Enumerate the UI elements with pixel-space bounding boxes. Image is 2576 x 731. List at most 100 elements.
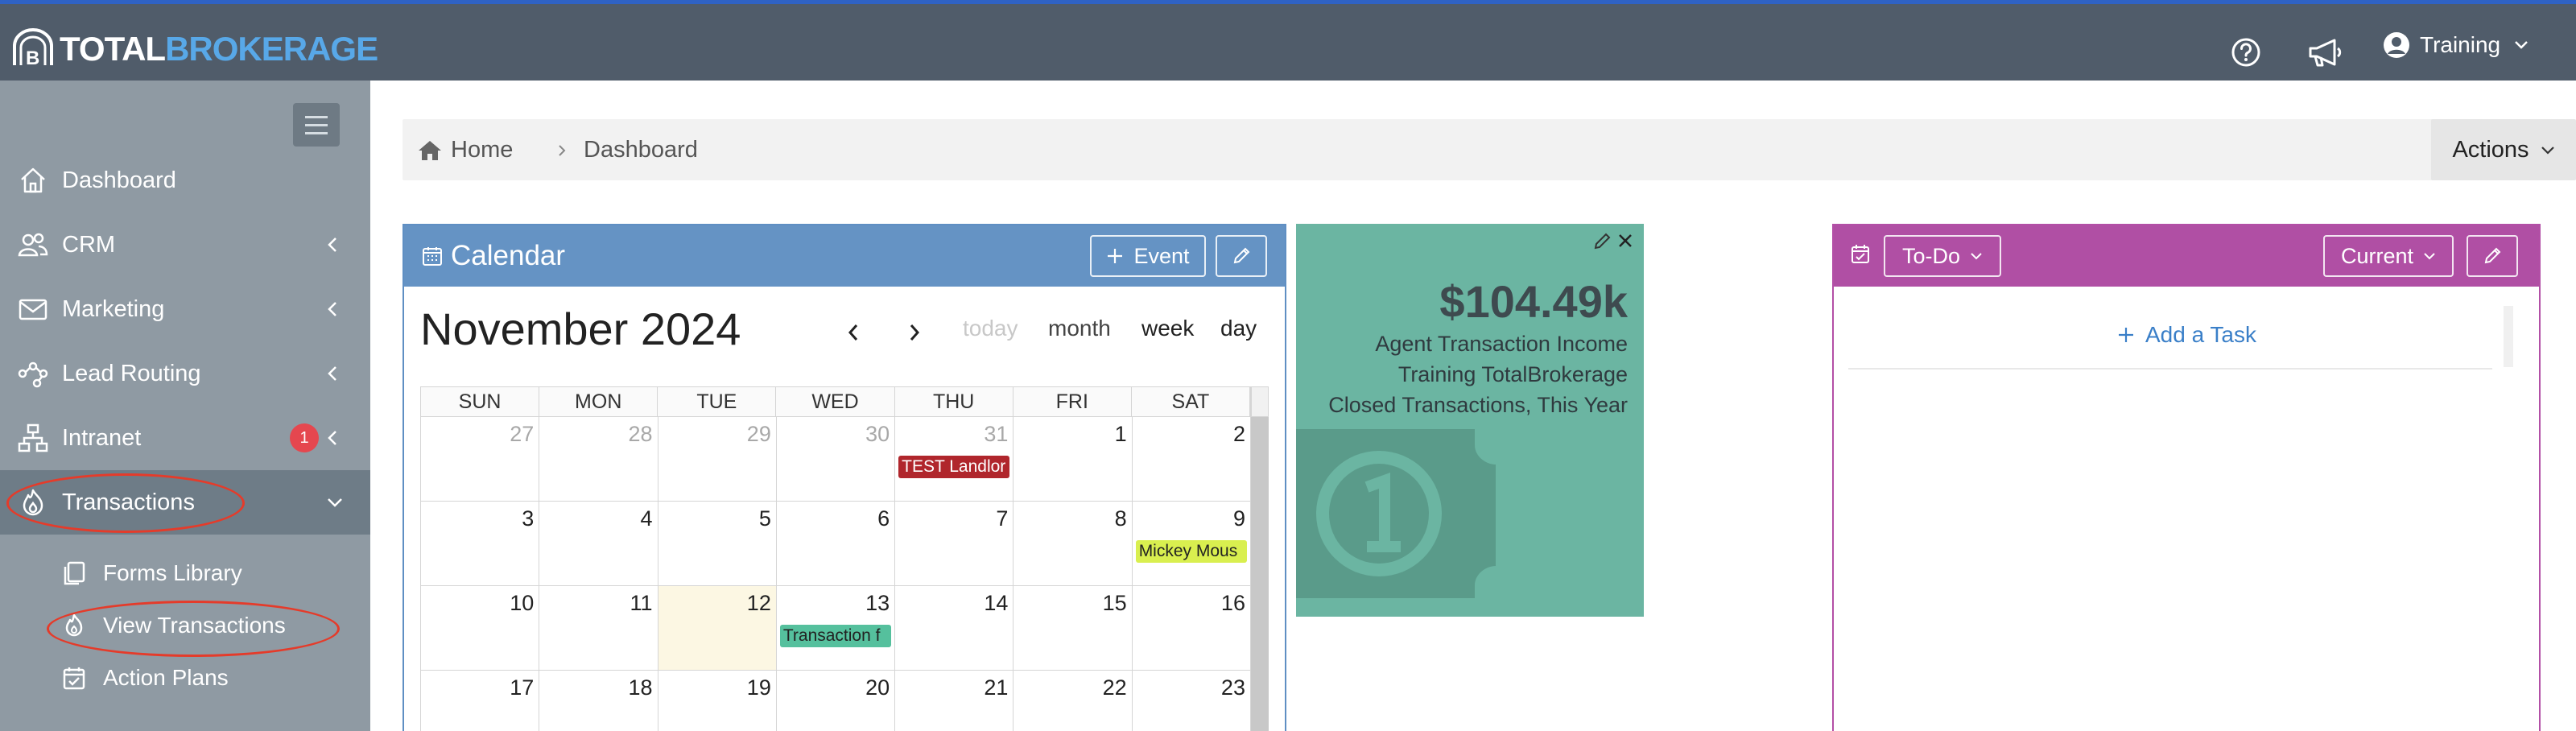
calendar-event[interactable]: Mickey Mous — [1135, 540, 1247, 563]
sidebar-item-marketing[interactable]: Marketing — [0, 277, 370, 341]
day-number: 19 — [746, 675, 771, 700]
calendar-day-cell[interactable]: 22 — [1013, 671, 1133, 731]
calendar-check-icon — [1852, 245, 1869, 263]
todo-filter-dropdown[interactable]: Current — [2323, 235, 2454, 277]
calendar-day-cell[interactable]: 17 — [421, 671, 540, 731]
sidebar-toggle-button[interactable] — [293, 103, 340, 147]
calendar-day-cell[interactable]: 28 — [539, 417, 658, 501]
calendar-day-cell[interactable]: 18 — [539, 671, 658, 731]
income-widget: $104.49k Agent Transaction Income Traini… — [1296, 224, 1644, 617]
calendar-day-cell[interactable]: 5 — [658, 502, 777, 585]
calendar-day-cell[interactable]: 9 Mickey Mous — [1133, 502, 1251, 585]
calendar-day-cell[interactable]: 1 — [1013, 417, 1133, 501]
calendar-week-row: 27 28 29 30 31 TEST Landlor 1 2 — [420, 417, 1251, 502]
user-menu[interactable]: Training — [2383, 31, 2529, 59]
day-of-week-label: SUN — [421, 387, 540, 416]
calendar-day-cell[interactable]: 4 — [539, 502, 658, 585]
sidebar-item-label: Lead Routing — [62, 360, 201, 386]
sidebar-subitem-action-plans[interactable]: Action Plans — [0, 653, 370, 703]
actions-dropdown-button[interactable]: Actions — [2431, 119, 2576, 180]
prev-month-button[interactable] — [845, 320, 861, 345]
calendar-check-icon — [63, 667, 85, 690]
sidebar-item-label: Transactions — [62, 489, 195, 515]
day-number: 28 — [628, 422, 653, 446]
sidebar-subitem-view-transactions[interactable]: View Transactions — [0, 601, 370, 650]
pencil-icon[interactable] — [1592, 232, 1612, 251]
add-event-button[interactable]: Event — [1090, 235, 1206, 277]
breadcrumb-home-link[interactable]: Home — [417, 137, 513, 163]
calendar-day-cell[interactable]: 30 — [777, 417, 896, 501]
sidebar-subitem-label: Action Plans — [103, 665, 229, 690]
edit-todo-button[interactable] — [2467, 235, 2518, 277]
day-number: 2 — [1232, 422, 1245, 446]
week-view-button[interactable]: week — [1141, 316, 1194, 341]
calendar-day-cell[interactable]: 7 — [895, 502, 1014, 585]
calendar-day-cell[interactable]: 16 — [1133, 586, 1251, 670]
calendar-day-cell-today[interactable]: 12 — [658, 586, 777, 670]
sidebar-item-dashboard[interactable]: Dashboard — [0, 148, 370, 213]
day-number: 5 — [758, 506, 771, 531]
sidebar-subitem-forms-library[interactable]: Forms Library — [0, 548, 370, 598]
calendar-event[interactable]: TEST Landlor — [898, 456, 1010, 478]
calendar-day-cell[interactable]: 11 — [539, 586, 658, 670]
day-number: 23 — [1220, 675, 1245, 700]
today-button[interactable]: today — [963, 316, 1018, 341]
help-icon[interactable] — [2228, 35, 2264, 70]
sidebar-item-crm[interactable]: CRM — [0, 213, 370, 277]
calendar-day-cell[interactable]: 6 — [777, 502, 896, 585]
todo-panel: To-Do Current Add a Task — [1832, 224, 2541, 731]
calendar-day-cell[interactable]: 10 — [421, 586, 540, 670]
pencil-icon — [1233, 247, 1250, 264]
income-amount: $104.49k — [1439, 276, 1628, 327]
calendar-day-cell[interactable]: 27 — [421, 417, 540, 501]
brand-logo[interactable]: B TOTALBROKERAGE — [10, 27, 378, 72]
calendar-day-cell[interactable]: 20 — [777, 671, 896, 731]
network-icon — [18, 361, 48, 388]
scrollbar-header-spacer — [1251, 386, 1269, 417]
calendar-day-cell[interactable]: 31 TEST Landlor — [895, 417, 1014, 501]
calendar-day-cell[interactable]: 8 — [1013, 502, 1133, 585]
edit-calendar-button[interactable] — [1216, 235, 1267, 277]
day-number: 27 — [510, 422, 535, 446]
sidebar-item-transactions[interactable]: Transactions — [0, 470, 370, 535]
calendar-day-cell[interactable]: 19 — [658, 671, 777, 731]
day-of-week-label: FRI — [1013, 387, 1132, 416]
megaphone-icon[interactable] — [2306, 35, 2344, 70]
calendar-icon — [423, 247, 442, 266]
add-task-link[interactable]: Add a Task — [1834, 322, 2539, 348]
day-number: 8 — [1114, 506, 1127, 531]
chevron-left-icon — [328, 302, 336, 316]
money-bill-icon — [1296, 429, 1496, 598]
sidebar-item-lead-routing[interactable]: Lead Routing — [0, 341, 370, 406]
day-number: 29 — [746, 422, 771, 446]
sidebar-item-label: Intranet — [62, 424, 142, 451]
calendar-day-cell[interactable]: 15 — [1013, 586, 1133, 670]
todo-scrollbar[interactable] — [2504, 306, 2513, 367]
calendar-day-cell[interactable]: 21 — [895, 671, 1014, 731]
day-number: 3 — [522, 506, 535, 531]
sidebar-item-intranet[interactable]: Intranet 1 — [0, 406, 370, 470]
calendar-month-title: November 2024 — [420, 304, 741, 354]
calendar-week-row: 10 11 12 13 Transaction f 14 15 16 — [420, 586, 1251, 671]
calendar-scrollbar[interactable] — [1251, 417, 1269, 731]
day-view-button[interactable]: day — [1220, 316, 1257, 341]
calendar-day-cell[interactable]: 14 — [895, 586, 1014, 670]
calendar-day-cell[interactable]: 3 — [421, 502, 540, 585]
chevron-down-icon — [1971, 252, 1982, 259]
month-view-button[interactable]: month — [1048, 316, 1111, 341]
close-icon[interactable] — [1616, 232, 1634, 250]
calendar-day-cell[interactable]: 2 — [1133, 417, 1251, 501]
day-number: 13 — [865, 591, 890, 615]
user-avatar-icon — [2384, 32, 2409, 58]
calendar-day-cell[interactable]: 13 Transaction f — [777, 586, 896, 670]
calendar-day-cell[interactable]: 29 — [658, 417, 777, 501]
next-month-button[interactable] — [906, 320, 923, 345]
people-icon — [18, 233, 48, 257]
todo-type-dropdown[interactable]: To-Do — [1884, 235, 2001, 277]
calendar-event[interactable]: Transaction f — [779, 625, 892, 647]
top-bar: B TOTALBROKERAGE Training — [0, 0, 2576, 81]
chevron-right-icon — [559, 145, 566, 156]
day-number: 17 — [510, 675, 535, 700]
day-number: 1 — [1114, 422, 1127, 446]
calendar-day-cell[interactable]: 23 — [1133, 671, 1251, 731]
